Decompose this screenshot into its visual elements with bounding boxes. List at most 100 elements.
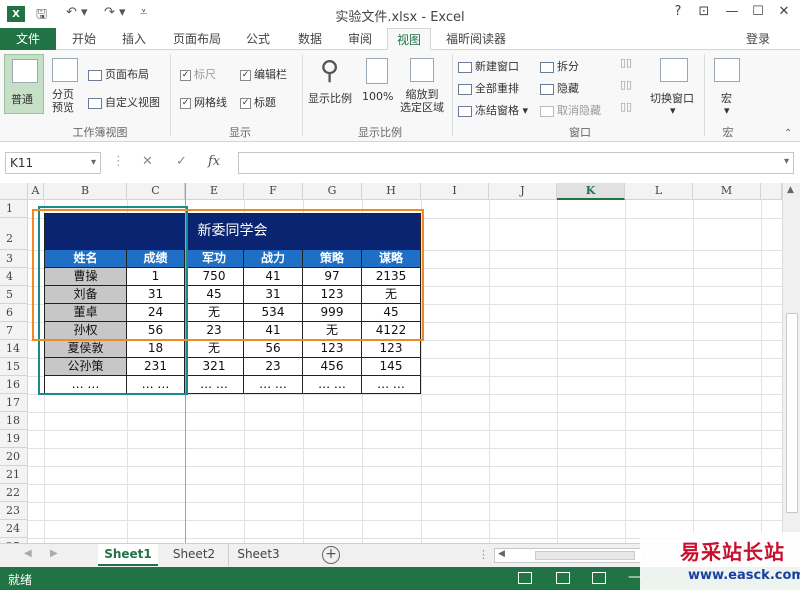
prev-sheet-icon[interactable]: ◀	[24, 548, 32, 559]
expand-formula-icon[interactable]: ▾	[784, 156, 789, 167]
enter-button[interactable]: ✓	[176, 154, 187, 169]
tab-page-layout[interactable]: 页面布局	[166, 28, 228, 50]
close-icon[interactable]: ✕	[774, 4, 794, 19]
row-header[interactable]: 6	[0, 304, 28, 322]
select-all-corner[interactable]	[0, 183, 28, 200]
column-header[interactable]: M	[693, 183, 761, 200]
reset-position-icon[interactable]: ▯▯	[620, 100, 632, 113]
tab-review[interactable]: 审阅	[338, 28, 382, 50]
login-link[interactable]: 登录	[746, 28, 770, 50]
table-cell[interactable]: 56	[244, 340, 303, 358]
row-header[interactable]: 3	[0, 250, 28, 268]
row-header[interactable]: 24	[0, 520, 28, 538]
column-header[interactable]	[761, 183, 782, 200]
tab-home[interactable]: 开始	[62, 28, 106, 50]
tab-formulas[interactable]: 公式	[236, 28, 280, 50]
row-header[interactable]: 20	[0, 448, 28, 466]
insert-function-button[interactable]: fx	[208, 154, 220, 169]
sheet-tab-sheet1[interactable]: Sheet1	[98, 544, 158, 566]
name-box[interactable]: K11 ▾	[5, 152, 101, 174]
hide-button[interactable]: 隐藏	[540, 80, 579, 96]
formula-bar-checkbox[interactable]: ✓ 编辑栏	[240, 66, 287, 82]
table-cell[interactable]: 23	[244, 358, 303, 376]
column-header[interactable]: C	[127, 183, 185, 200]
column-header[interactable]: A	[28, 183, 44, 200]
sheet-tab-sheet3[interactable]: Sheet3	[228, 544, 288, 566]
table-cell[interactable]: 123	[362, 340, 421, 358]
help-icon[interactable]: ?	[668, 4, 688, 19]
table-cell[interactable]: 456	[303, 358, 362, 376]
row-header[interactable]: 19	[0, 430, 28, 448]
row-header[interactable]: 1	[0, 200, 28, 218]
cancel-entry-button[interactable]: ✕	[142, 154, 153, 169]
scroll-thumb[interactable]	[535, 551, 635, 560]
unhide-button[interactable]: 取消隐藏	[540, 102, 601, 118]
vertical-scrollbar[interactable]: ▲	[782, 183, 800, 543]
column-header[interactable]: F	[244, 183, 303, 200]
zoom-to-selection-button[interactable]: 缩放到 选定区域	[398, 54, 448, 120]
table-cell[interactable]: … …	[303, 376, 362, 394]
sync-scroll-icon[interactable]: ▯▯	[620, 78, 632, 91]
table-cell[interactable]: 321	[185, 358, 244, 376]
row-header[interactable]: 21	[0, 466, 28, 484]
scroll-left-icon[interactable]: ◀	[498, 549, 505, 559]
new-window-button[interactable]: 新建窗口	[458, 58, 519, 74]
tab-insert[interactable]: 插入	[112, 28, 156, 50]
freeze-panes-button[interactable]: 冻结窗格 ▾	[458, 102, 528, 118]
formula-input[interactable]	[238, 152, 794, 174]
switch-windows-button[interactable]: 切换窗口 ▾	[648, 54, 702, 120]
page-break-preview-button[interactable]: 分页 预览	[48, 54, 82, 118]
row-header[interactable]: 7	[0, 322, 28, 340]
row-header[interactable]: 14	[0, 340, 28, 358]
sheet-tab-sheet2[interactable]: Sheet2	[164, 544, 224, 566]
split-button[interactable]: 拆分	[540, 58, 579, 74]
custom-views-button[interactable]: 自定义视图	[88, 94, 160, 110]
column-header[interactable]: L	[625, 183, 693, 200]
table-cell[interactable]: … …	[244, 376, 303, 394]
next-sheet-icon[interactable]: ▶	[50, 548, 58, 559]
worksheet-grid[interactable]: A B C E F G H I J K L M 1 2 3 4 5 6 7 14…	[0, 183, 782, 543]
row-header[interactable]: 15	[0, 358, 28, 376]
page-layout-button[interactable]: 页面布局	[88, 66, 149, 82]
column-header[interactable]: H	[362, 183, 421, 200]
zoom-button[interactable]: ⚲ 显示比例	[306, 54, 356, 118]
column-header[interactable]: B	[44, 183, 127, 200]
tab-file[interactable]: 文件	[0, 28, 56, 50]
row-header[interactable]: 22	[0, 484, 28, 502]
add-sheet-button[interactable]: +	[322, 546, 340, 564]
scroll-thumb[interactable]	[786, 313, 798, 513]
zoom-100-button[interactable]: 100%	[360, 54, 396, 118]
view-side-by-side-icon[interactable]: ▯▯	[620, 56, 632, 69]
row-header[interactable]: 2	[0, 218, 28, 250]
page-break-view-icon[interactable]	[592, 572, 606, 584]
row-header[interactable]: 4	[0, 268, 28, 286]
column-header[interactable]: J	[489, 183, 557, 200]
tab-foxit-reader[interactable]: 福昕阅读器	[438, 28, 514, 50]
column-header[interactable]: E	[185, 183, 244, 200]
row-header[interactable]: 17	[0, 394, 28, 412]
headings-checkbox[interactable]: ✓ 标题	[240, 94, 276, 110]
row-header[interactable]: 5	[0, 286, 28, 304]
table-cell[interactable]: … …	[362, 376, 421, 394]
tab-data[interactable]: 数据	[288, 28, 332, 50]
ruler-checkbox[interactable]: ✓ 标尺	[180, 66, 216, 82]
tab-view[interactable]: 视图	[387, 28, 431, 50]
column-header-selected[interactable]: K	[557, 183, 625, 200]
normal-view-button[interactable]: 普通	[4, 54, 44, 114]
collapse-ribbon-icon[interactable]: ⌃	[784, 128, 792, 139]
table-cell[interactable]: 无	[185, 340, 244, 358]
macros-button[interactable]: 宏 ▾	[708, 54, 748, 120]
ribbon-display-icon[interactable]: ⊡	[694, 4, 714, 19]
normal-view-icon[interactable]	[518, 572, 532, 584]
scroll-up-icon[interactable]: ▲	[787, 185, 794, 195]
arrange-all-button[interactable]: 全部重排	[458, 80, 519, 96]
horizontal-scrollbar[interactable]: ◀	[494, 548, 644, 563]
column-header[interactable]: I	[421, 183, 489, 200]
row-header[interactable]: 18	[0, 412, 28, 430]
minimize-icon[interactable]: —	[722, 4, 742, 19]
row-header[interactable]: 16	[0, 376, 28, 394]
table-cell[interactable]: … …	[185, 376, 244, 394]
page-layout-view-icon[interactable]	[556, 572, 570, 584]
maximize-icon[interactable]: ☐	[748, 4, 768, 19]
row-header[interactable]: 23	[0, 502, 28, 520]
